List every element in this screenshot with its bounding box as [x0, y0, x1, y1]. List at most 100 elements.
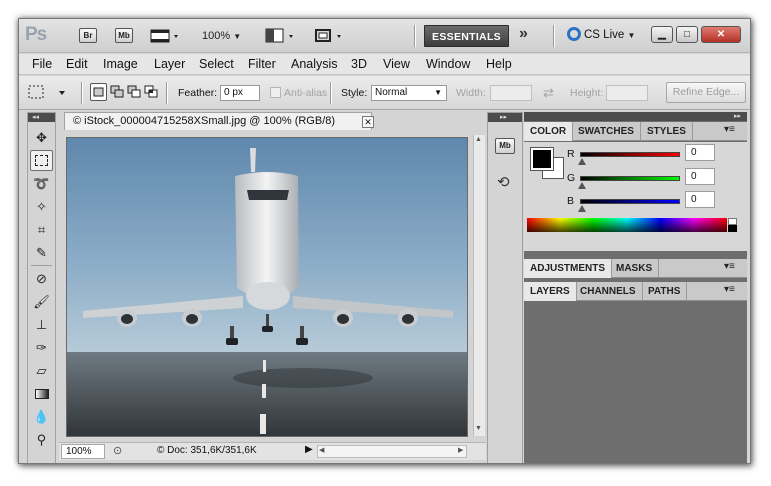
mini-bridge-panel-button[interactable]: Mb	[495, 138, 515, 154]
menu-3d[interactable]: 3D	[351, 57, 367, 71]
blue-slider[interactable]	[580, 199, 680, 204]
history-brush-tool[interactable]: ✑	[30, 337, 53, 358]
blur-tool[interactable]: 💧	[30, 406, 53, 427]
vertical-scrollbar[interactable]: ▲ ▼	[473, 135, 485, 436]
photoshop-window: Ps Br Mb 100% ▼ ESSENTIALS » CS Live ▼ ▁…	[18, 18, 751, 464]
tab-adjustments[interactable]: ADJUSTMENTS	[524, 259, 613, 278]
crop-tool[interactable]: ⌗	[30, 219, 53, 240]
zoom-field[interactable]: 100%	[61, 444, 105, 459]
panel-collapse-bar[interactable]: ▸▸	[524, 112, 747, 121]
panel-menu-icon[interactable]: ▾≡	[724, 261, 735, 272]
black-swatch[interactable]	[728, 225, 737, 232]
move-tool[interactable]: ✥	[30, 127, 53, 148]
status-menu-arrow-icon[interactable]: ▶	[305, 444, 313, 455]
workspace-essentials-button[interactable]: ESSENTIALS	[424, 25, 509, 47]
workspace-more-icon[interactable]: »	[519, 25, 528, 43]
add-to-selection-button[interactable]	[109, 83, 126, 104]
foreground-color-swatch[interactable]	[530, 147, 554, 171]
history-panel-icon[interactable]: ⟲	[497, 173, 510, 191]
menu-image[interactable]: Image	[103, 57, 138, 71]
menu-filter[interactable]: Filter	[248, 57, 276, 71]
color-ramp[interactable]	[527, 218, 727, 232]
menu-file[interactable]: File	[32, 57, 52, 71]
status-info-icon[interactable]: ⊙	[113, 444, 122, 457]
tab-channels[interactable]: CHANNELS	[574, 282, 643, 301]
close-document-icon[interactable]: ✕	[362, 116, 374, 128]
feather-label: Feather:	[178, 87, 218, 99]
style-select[interactable]: Normal ▼	[371, 85, 447, 101]
panel-menu-icon[interactable]: ▾≡	[724, 124, 735, 135]
dock-expand[interactable]: ▸▸	[488, 113, 522, 122]
brush-tool[interactable]: 🖌	[30, 291, 53, 312]
quick-selection-tool[interactable]: ✧	[30, 196, 53, 217]
eyedropper-tool[interactable]: ✎	[30, 242, 53, 263]
tab-paths[interactable]: PATHS	[642, 282, 688, 301]
mini-bridge-button[interactable]: Mb	[115, 28, 133, 43]
adjustments-panel-tabs: ADJUSTMENTS MASKS ▾≡	[524, 259, 747, 278]
menu-select[interactable]: Select	[199, 57, 234, 71]
white-swatch[interactable]	[728, 218, 737, 225]
minimize-icon: ▁	[658, 29, 666, 40]
view-extras-button[interactable]	[150, 28, 180, 47]
clone-stamp-tool[interactable]: ⊥	[30, 314, 53, 335]
healing-brush-tool[interactable]: ⊘	[30, 268, 53, 289]
divider	[166, 82, 168, 104]
red-slider-handle[interactable]	[578, 158, 586, 165]
dodge-tool[interactable]: ⚲	[30, 429, 53, 450]
height-input[interactable]	[606, 85, 648, 101]
maximize-button[interactable]: □	[676, 26, 698, 43]
tab-masks[interactable]: MASKS	[610, 259, 660, 278]
scroll-down-icon[interactable]: ▼	[475, 425, 482, 432]
width-input[interactable]	[490, 85, 532, 101]
image-canvas[interactable]	[66, 137, 468, 437]
intersect-selection-button[interactable]	[143, 83, 160, 104]
gradient-tool[interactable]	[30, 383, 53, 404]
scroll-left-icon[interactable]: ◀	[319, 446, 324, 454]
red-value-field[interactable]: 0	[685, 144, 715, 161]
tool-preset-picker[interactable]	[27, 83, 69, 106]
lasso-icon: ➰	[33, 175, 50, 191]
arrange-documents-button[interactable]	[265, 28, 297, 47]
horizontal-scrollbar[interactable]: ◀ ▶	[317, 445, 467, 458]
subtract-selection-button[interactable]	[126, 83, 143, 104]
minimize-button[interactable]: ▁	[651, 26, 673, 43]
cs-live-icon	[567, 27, 581, 41]
green-slider[interactable]	[580, 176, 680, 181]
collapsed-panel-dock: ▸▸ Mb ⟲	[487, 112, 523, 463]
scroll-right-icon[interactable]: ▶	[458, 446, 463, 454]
close-icon: ✕	[716, 29, 726, 40]
menu-window[interactable]: Window	[426, 57, 470, 71]
menu-edit[interactable]: Edit	[66, 57, 88, 71]
refine-edge-button[interactable]: Refine Edge...	[666, 82, 746, 103]
tab-color[interactable]: COLOR	[524, 122, 574, 141]
blue-slider-handle[interactable]	[578, 205, 586, 212]
tab-styles[interactable]: STYLES	[641, 122, 693, 141]
green-slider-handle[interactable]	[578, 182, 586, 189]
rectangular-marquee-tool[interactable]	[30, 150, 53, 171]
antialias-checkbox[interactable]	[270, 87, 281, 98]
screen-mode-button[interactable]	[313, 28, 345, 47]
menu-view[interactable]: View	[383, 57, 410, 71]
red-slider[interactable]	[580, 152, 680, 157]
new-selection-button[interactable]	[90, 83, 107, 101]
tools-panel-collapse[interactable]: ◂◂	[28, 113, 55, 122]
blue-value-field[interactable]: 0	[685, 191, 715, 208]
launch-bridge-button[interactable]: Br	[79, 28, 97, 43]
cs-live-menu[interactable]: CS Live ▼	[567, 27, 635, 41]
zoom-level-dropdown[interactable]: 100% ▼	[202, 30, 241, 42]
color-panel-tabs: COLOR SWATCHES STYLES ▾≡	[524, 122, 747, 141]
feather-input[interactable]: 0 px	[220, 85, 260, 101]
green-value-field[interactable]: 0	[685, 168, 715, 185]
swap-dimensions-icon[interactable]: ⇄	[543, 85, 554, 101]
menu-layer[interactable]: Layer	[154, 57, 185, 71]
tab-swatches[interactable]: SWATCHES	[572, 122, 641, 141]
menu-help[interactable]: Help	[486, 57, 512, 71]
lasso-tool[interactable]: ➰	[30, 173, 53, 194]
document-tab[interactable]: © iStock_000004715258XSmall.jpg @ 100% (…	[64, 112, 374, 130]
scroll-up-icon[interactable]: ▲	[475, 136, 482, 143]
menu-analysis[interactable]: Analysis	[291, 57, 338, 71]
close-window-button[interactable]: ✕	[701, 26, 741, 43]
eraser-tool[interactable]: ▱	[30, 360, 53, 381]
panel-menu-icon[interactable]: ▾≡	[724, 284, 735, 295]
tab-layers[interactable]: LAYERS	[524, 282, 577, 301]
